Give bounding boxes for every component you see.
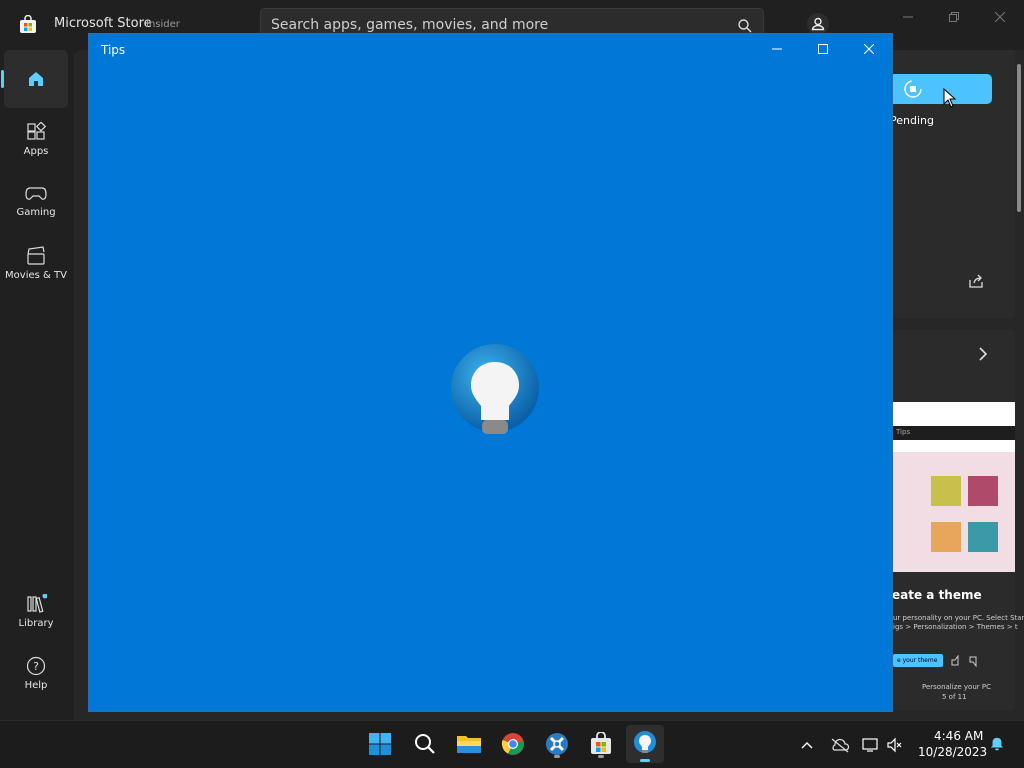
nav-library-label: Library: [18, 617, 54, 629]
file-explorer-button[interactable]: [454, 729, 484, 759]
theme-swatch: [931, 476, 961, 506]
tips-maximize-button[interactable]: [801, 38, 845, 60]
onedrive-offline-icon[interactable]: [830, 737, 850, 753]
clock-time[interactable]: 4:46 AM: [934, 729, 983, 743]
tips-lightbulb-icon: [451, 344, 539, 434]
tips-window: Tips: [88, 33, 893, 712]
feedback-icons[interactable]: [950, 655, 982, 667]
close-icon: [995, 12, 1005, 22]
theme-swatch: [968, 522, 998, 552]
library-icon: [27, 593, 47, 613]
clapperboard-icon: [27, 245, 45, 265]
store-channel-label: Insider: [146, 19, 180, 30]
nav-home[interactable]: [1, 50, 68, 108]
search-icon: [415, 734, 435, 754]
store-app-title: Microsoft Store: [54, 16, 152, 31]
tips-card-thumbnail: Tips: [893, 402, 1015, 572]
clock-date[interactable]: 10/28/2023: [918, 745, 987, 759]
store-scrollbar[interactable]: [1017, 64, 1021, 212]
cross-app-button[interactable]: [542, 729, 572, 759]
nav-gaming-label: Gaming: [16, 206, 56, 218]
chevron-right-icon[interactable]: [976, 346, 990, 362]
restore-icon: [949, 12, 959, 22]
tips-window-title: Tips: [101, 43, 126, 57]
apps-icon: [27, 121, 46, 140]
tips-taskbar-button[interactable]: [626, 725, 664, 763]
taskbar: 4:46 AM 10/28/2023: [0, 720, 1024, 768]
active-indicator: [640, 759, 650, 762]
windows-start-icon: [369, 733, 391, 755]
store-sidebar: Apps Gaming Movies & TV Library ? Help: [0, 48, 74, 720]
nav-selected-indicator: [1, 70, 4, 88]
minimize-icon: [772, 48, 782, 50]
tips-card-footer-count: 5 of 11: [942, 693, 967, 701]
tips-card-title: eate a theme: [892, 588, 982, 602]
tips-minimize-button[interactable]: [755, 38, 799, 60]
nav-gaming[interactable]: Gaming: [4, 172, 68, 230]
home-icon: [29, 72, 43, 86]
gamepad-icon: [25, 186, 47, 200]
tips-card-line2: igs > Personalization > Themes > t: [893, 623, 1018, 631]
chevron-up-icon[interactable]: [798, 737, 816, 753]
help-icon: ?: [26, 656, 46, 675]
tips-card-footer-title: Personalize your PC: [922, 683, 991, 691]
thumbnail-search-text: Tips: [896, 428, 911, 436]
nav-movies-tv[interactable]: Movies & TV: [4, 234, 68, 292]
chrome-icon: [501, 733, 524, 755]
store-icon: [591, 732, 611, 754]
folder-icon: [457, 736, 481, 753]
notification-bell-icon[interactable]: [988, 736, 1006, 752]
thumbnail-search-bar: Tips: [893, 426, 1015, 440]
running-indicator: [598, 755, 604, 758]
running-indicator: [554, 755, 560, 758]
taskbar-search-button[interactable]: [410, 729, 440, 759]
chrome-button[interactable]: [498, 729, 528, 759]
nav-help-label: Help: [24, 679, 48, 691]
theme-swatch: [931, 522, 961, 552]
tips-card-line1: ur personality on your PC. Select Start: [893, 614, 1024, 622]
nav-apps[interactable]: Apps: [4, 110, 68, 168]
stop-download-icon: [904, 80, 922, 98]
install-pending-button[interactable]: [893, 74, 992, 108]
network-icon[interactable]: [862, 737, 880, 753]
mouse-cursor-icon: [943, 88, 957, 108]
nav-library[interactable]: Library: [4, 582, 68, 640]
maximize-icon: [818, 44, 828, 54]
store-minimize-button[interactable]: [886, 6, 930, 28]
store-logo-icon: [20, 15, 36, 33]
store-close-button[interactable]: [978, 6, 1022, 28]
tips-card-button[interactable]: e your theme: [893, 654, 943, 667]
cross-app-icon: [546, 733, 568, 755]
nav-apps-label: Apps: [23, 145, 49, 157]
share-icon[interactable]: [968, 273, 984, 289]
thumbnail-theme-grid: [893, 452, 1015, 572]
tips-close-button[interactable]: [847, 38, 891, 60]
volume-muted-icon[interactable]: [886, 737, 904, 753]
store-taskbar-button[interactable]: [586, 729, 616, 759]
tips-icon: [634, 731, 656, 753]
close-icon: [864, 44, 874, 54]
store-restore-button[interactable]: [932, 6, 976, 28]
minimize-icon: [903, 16, 913, 18]
svg-text:?: ?: [33, 660, 39, 673]
search-placeholder: Search apps, games, movies, and more: [271, 17, 549, 33]
install-status-label: Pending: [890, 114, 934, 127]
search-icon[interactable]: [737, 18, 753, 34]
start-button[interactable]: [365, 729, 395, 759]
nav-movies-tv-label: Movies & TV: [5, 269, 67, 281]
theme-swatch: [968, 476, 998, 506]
nav-help[interactable]: ? Help: [4, 644, 68, 702]
